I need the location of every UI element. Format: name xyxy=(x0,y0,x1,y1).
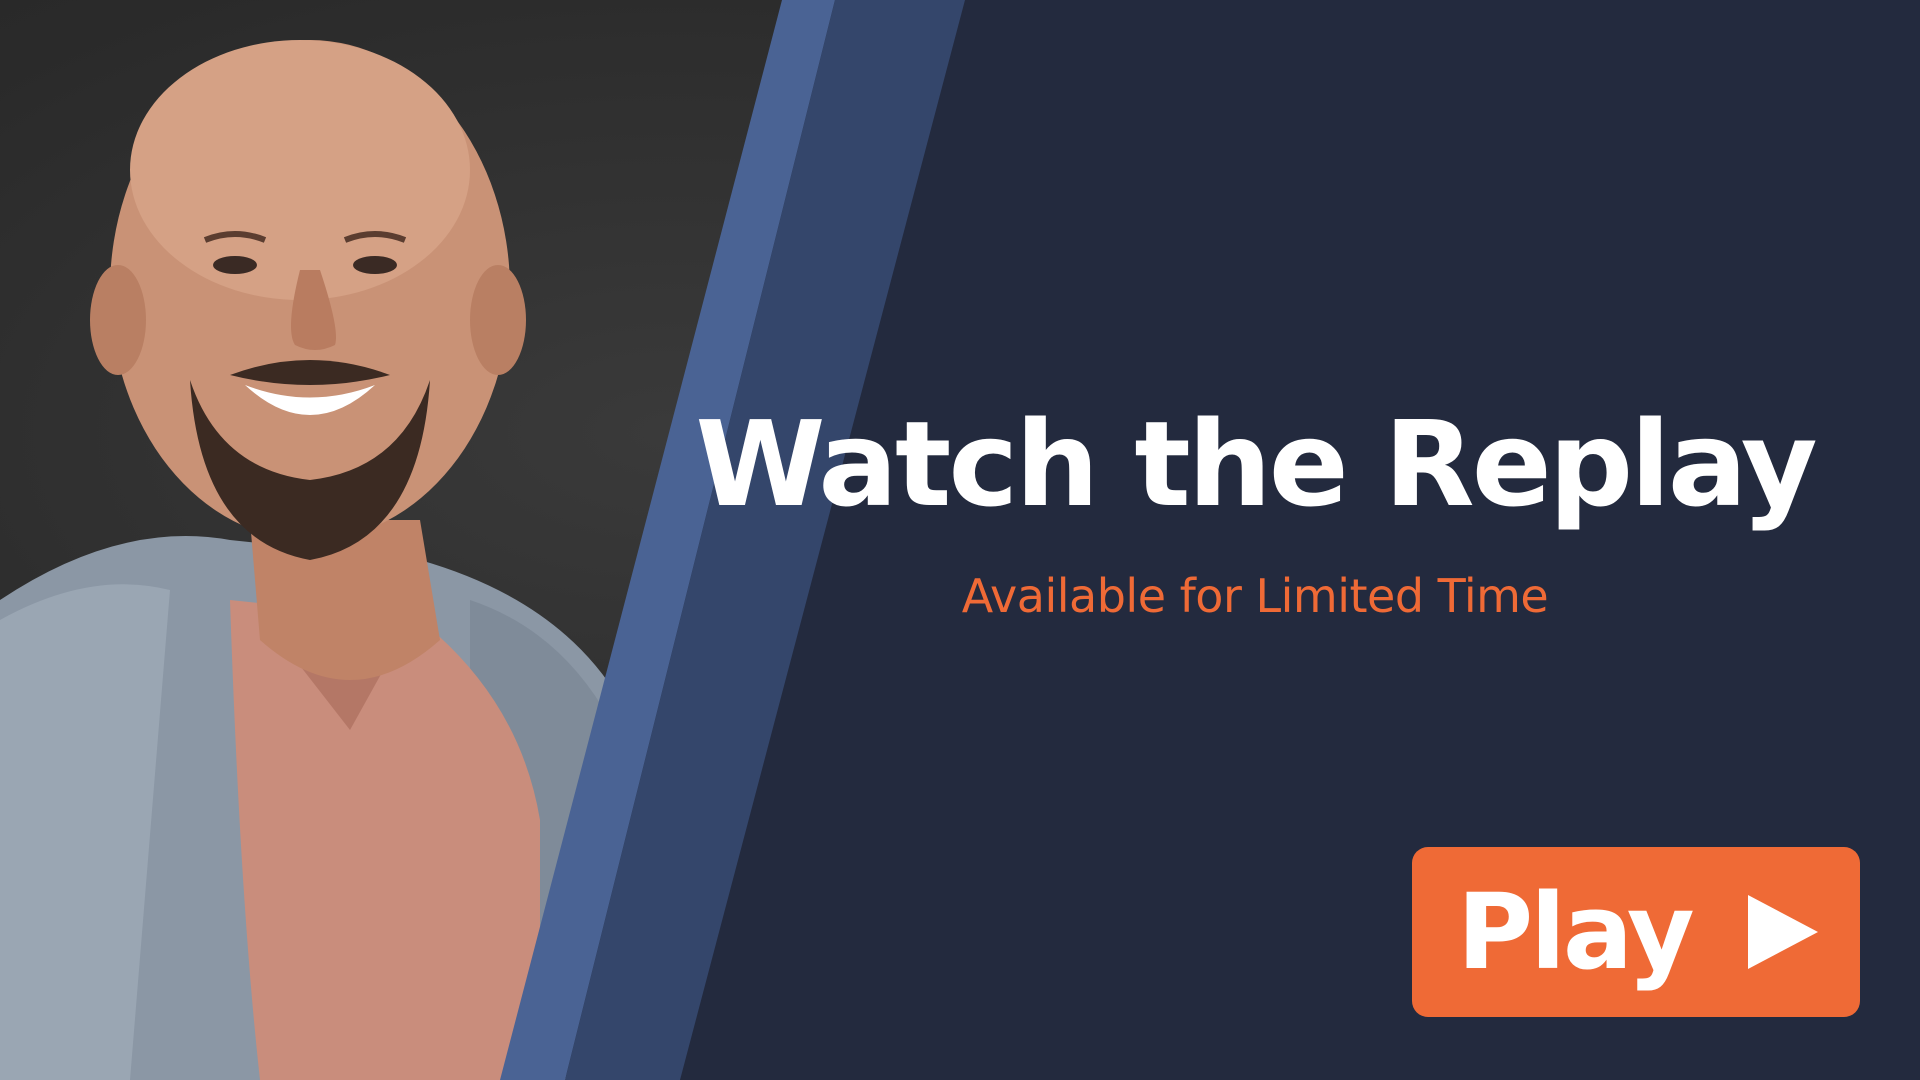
play-button[interactable]: Play xyxy=(1412,847,1860,1017)
play-button-label: Play xyxy=(1457,871,1695,993)
play-triangle-icon xyxy=(1748,895,1818,969)
subheadline: Available for Limited Time xyxy=(961,569,1549,623)
headline: Watch the Replay xyxy=(695,395,1817,533)
replay-banner: Watch the Replay Available for Limited T… xyxy=(0,0,1920,1080)
